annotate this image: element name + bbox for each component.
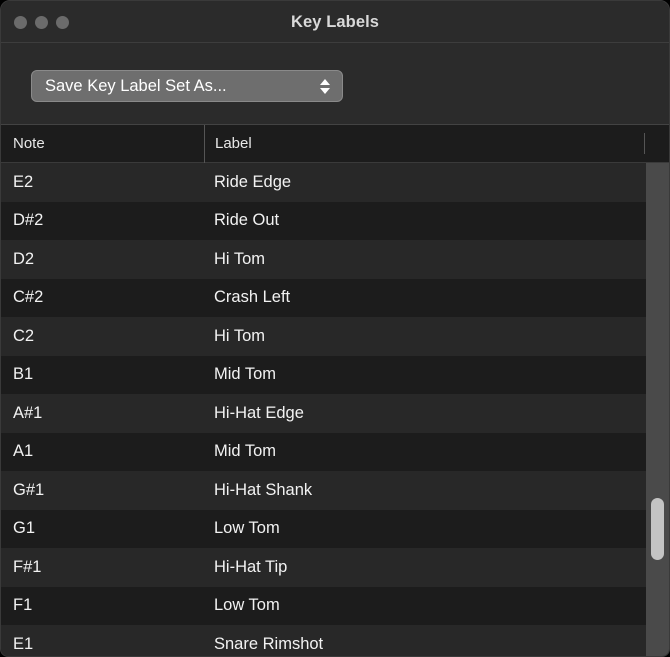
up-down-chevron-icon [308,71,342,101]
cell-note: C2 [13,326,35,345]
popup-button-label: Save Key Label Set As... [45,76,227,95]
key-labels-window: Key Labels Save Key Label Set As... Note… [0,0,670,657]
cell-label[interactable]: Hi Tom [204,250,669,269]
table-row[interactable]: F1 Low Tom [1,586,669,625]
vertical-scrollbar[interactable] [646,163,669,656]
cell-note: E2 [13,172,34,191]
scrollbar-thumb[interactable] [651,498,664,560]
column-divider [644,133,645,154]
cell-label[interactable]: Ride Out [204,211,669,230]
cell-label[interactable]: Low Tom [204,596,669,615]
table-row[interactable]: A#1 Hi-Hat Edge [1,394,669,433]
cell-note: G1 [13,519,36,538]
cell-note: D2 [13,249,35,268]
cell-label[interactable]: Mid Tom [204,365,669,384]
cell-note: A#1 [13,403,43,422]
table-row[interactable]: D#2 Ride Out [1,201,669,240]
column-header-note[interactable]: Note [1,125,204,163]
cell-note: F1 [13,596,33,615]
cell-label[interactable]: Mid Tom [204,442,669,461]
table-row[interactable]: D2 Hi Tom [1,240,669,279]
cell-label[interactable]: Low Tom [204,519,669,538]
save-key-label-set-as-popup-button[interactable]: Save Key Label Set As... [31,70,343,102]
cell-note: F#1 [13,557,42,576]
cell-label[interactable]: Crash Left [204,288,669,307]
table-row[interactable]: C#2 Crash Left [1,278,669,317]
cell-label[interactable]: Hi Tom [204,327,669,346]
table-body: E2 Ride Edge D#2 Ride Out D2 Hi Tom C#2 Crash L… [1,163,669,656]
table-row[interactable]: E1 Snare Rimshot [1,625,669,656]
table-row[interactable]: A1 Mid Tom [1,432,669,471]
table-row[interactable]: C2 Hi Tom [1,317,669,356]
cell-label[interactable]: Snare Rimshot [204,635,669,654]
toolbar: Save Key Label Set As... [1,43,669,125]
cell-note: C#2 [13,288,44,307]
cell-label[interactable]: Hi-Hat Shank [204,481,669,500]
window-titlebar: Key Labels [1,1,669,43]
cell-label[interactable]: Ride Edge [204,173,669,192]
cell-note: B1 [13,365,34,384]
table-row[interactable]: G1 Low Tom [1,509,669,548]
table-row[interactable]: B1 Mid Tom [1,355,669,394]
table-row[interactable]: E2 Ride Edge [1,163,669,202]
table-header-row: Note Label [1,124,669,163]
cell-label[interactable]: Hi-Hat Edge [204,404,669,423]
cell-note: E1 [13,634,34,653]
cell-note: A1 [13,442,34,461]
cell-note: G#1 [13,480,45,499]
table-body-viewport: E2 Ride Edge D#2 Ride Out D2 Hi Tom C#2 Crash L… [1,163,669,656]
cell-label[interactable]: Hi-Hat Tip [204,558,669,577]
column-header-label[interactable]: Label [204,124,669,163]
table-row[interactable]: G#1 Hi-Hat Shank [1,471,669,510]
cell-note: D#2 [13,211,44,230]
window-title: Key Labels [290,13,380,31]
table-row[interactable]: F#1 Hi-Hat Tip [1,548,669,587]
